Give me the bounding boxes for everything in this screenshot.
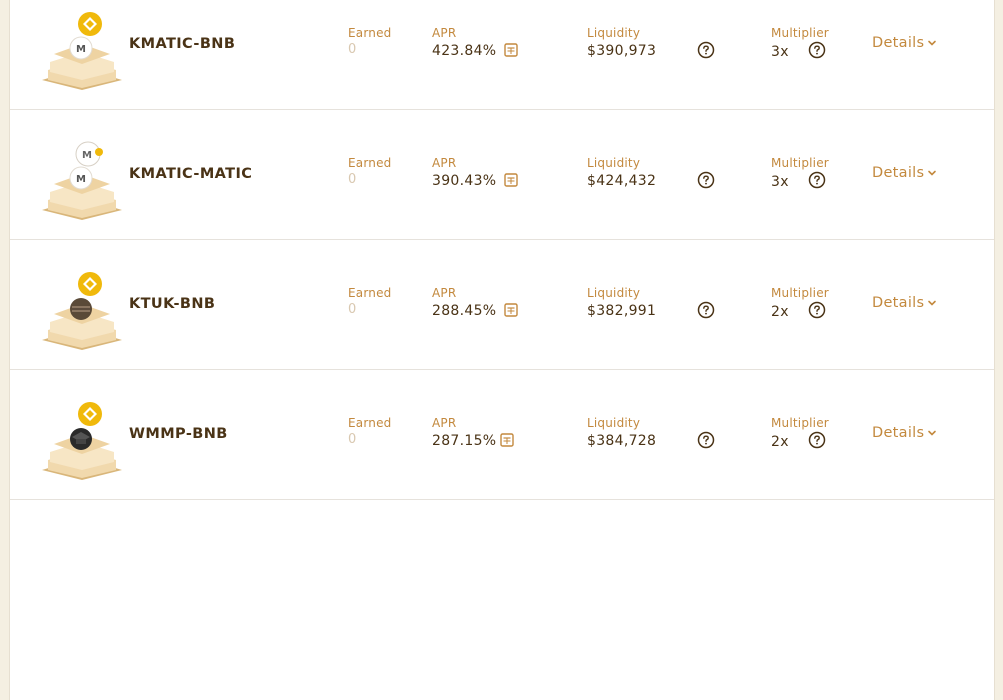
help-icon[interactable] [808,431,826,449]
details-label: Details [872,295,925,311]
pair-name: KTUK-BNB [129,296,216,312]
pair-icon: M M [42,141,122,220]
chevron-down-icon [928,40,937,46]
multiplier-value: 3x [771,44,789,60]
multiplier-value: 2x [771,304,789,320]
earned-value: 0 [348,172,357,187]
apr-label: APR [432,286,457,300]
calculator-icon[interactable] [500,433,514,447]
multiplier-label: Multiplier [771,26,829,40]
apr-value: 287.15% [432,433,497,449]
details-button[interactable]: Details [872,35,937,51]
matic-icon: M [75,141,103,167]
help-icon[interactable] [808,171,826,189]
multiplier-value: 3x [771,174,789,190]
farm-table: M KMATIC-BNB Earned 0 APR 423.84% Liquid… [9,0,995,700]
multiplier-label: Multiplier [771,156,829,170]
liquidity-label: Liquidity [587,286,641,300]
farm-row[interactable] [10,500,994,700]
liquidity-label: Liquidity [587,26,641,40]
liquidity-label: Liquidity [587,416,641,430]
multiplier-label: Multiplier [771,286,829,300]
earned-label: Earned [348,286,392,300]
earned-label: Earned [348,26,392,40]
apr-label: APR [432,26,457,40]
liquidity-value: $390,973 [587,43,657,59]
svg-text:M: M [76,174,86,185]
pair-name: KMATIC-BNB [129,36,236,52]
details-label: Details [872,165,925,181]
pair-icon: M [42,12,122,90]
details-button[interactable]: Details [872,165,937,181]
details-label: Details [872,35,925,51]
help-icon[interactable] [697,301,715,319]
liquidity-label: Liquidity [587,156,641,170]
apr-value: 390.43% [432,173,497,189]
details-button[interactable]: Details [872,425,937,441]
help-icon[interactable] [697,171,715,189]
liquidity-value: $384,728 [587,433,657,449]
calculator-icon[interactable] [504,303,518,317]
details-button[interactable]: Details [872,295,937,311]
chevron-down-icon [928,170,937,176]
apr-value: 288.45% [432,303,497,319]
kmatic-icon: M [69,166,93,190]
help-icon[interactable] [808,301,826,319]
pair-icon [42,402,122,480]
bnb-icon [78,402,102,426]
pair-name: WMMP-BNB [129,426,228,442]
pair-icon [42,272,122,350]
details-label: Details [872,425,925,441]
earned-value: 0 [348,42,357,57]
liquidity-value: $382,991 [587,303,657,319]
farm-row[interactable]: WMMP-BNB Earned 0 APR 287.15% Liquidity … [10,370,994,500]
bnb-icon [78,272,102,296]
farm-row[interactable]: KTUK-BNB Earned 0 APR 288.45% Liquidity … [10,240,994,370]
farm-row[interactable]: M M KMATIC-MATIC Earned 0 APR 390.43% Li… [10,110,994,240]
calculator-icon[interactable] [504,43,518,57]
earned-label: Earned [348,416,392,430]
wmmp-icon [70,428,92,450]
apr-label: APR [432,156,457,170]
help-icon[interactable] [697,431,715,449]
multiplier-value: 2x [771,434,789,450]
svg-text:M: M [76,44,86,55]
calculator-icon[interactable] [504,173,518,187]
earned-value: 0 [348,302,357,317]
liquidity-value: $424,432 [587,173,657,189]
chevron-down-icon [928,430,937,436]
ktuk-icon [70,298,92,320]
kmatic-icon: M [69,36,93,60]
earned-value: 0 [348,432,357,447]
bnb-icon [78,12,102,36]
farm-row[interactable]: M KMATIC-BNB Earned 0 APR 423.84% Liquid… [10,0,994,110]
earned-label: Earned [348,156,392,170]
chevron-down-icon [928,300,937,306]
apr-value: 423.84% [432,43,497,59]
multiplier-label: Multiplier [771,416,829,430]
help-icon[interactable] [697,41,715,59]
pair-name: KMATIC-MATIC [129,166,253,182]
svg-text:M: M [82,150,92,161]
help-icon[interactable] [808,41,826,59]
apr-label: APR [432,416,457,430]
